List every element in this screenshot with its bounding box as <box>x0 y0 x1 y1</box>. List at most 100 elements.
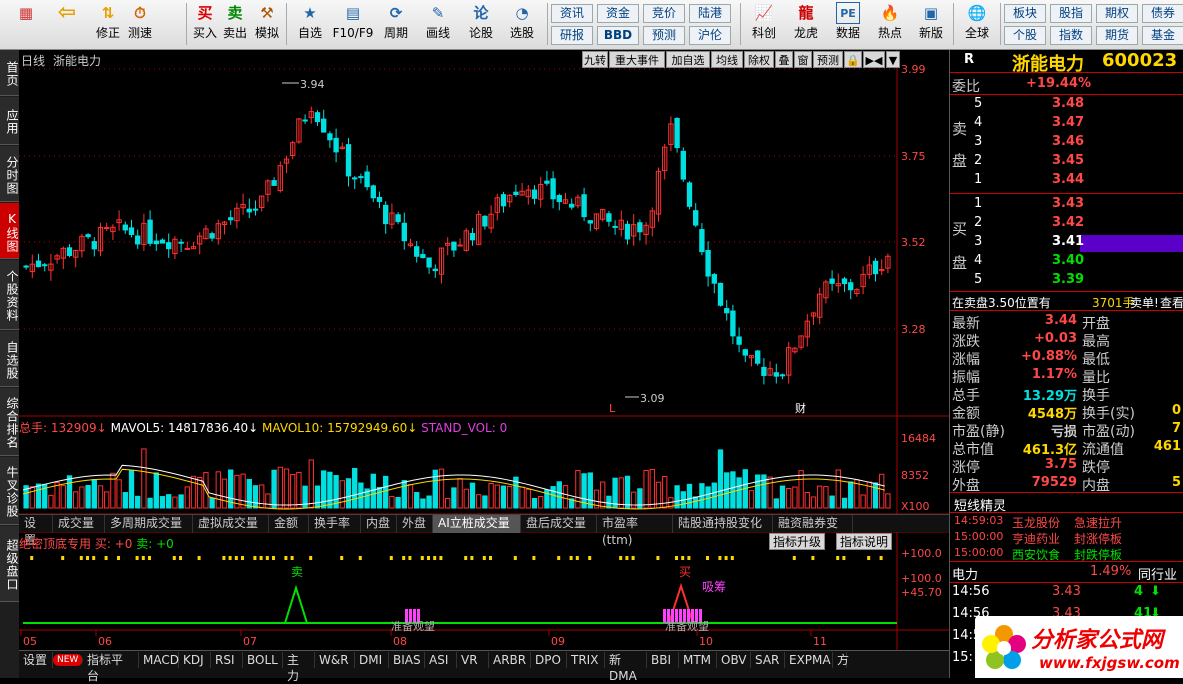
chart-tool-1[interactable]: 重大事件 <box>609 51 665 68</box>
indicator-tab-5[interactable]: 换手率 <box>309 515 361 533</box>
simulate-button[interactable]: ⚒ 模拟 <box>252 2 282 48</box>
indicator-bar-item-15[interactable]: TRIX <box>567 652 605 668</box>
indicator-bar-item-3[interactable]: MACD <box>139 652 179 668</box>
sell-price[interactable]: 3.46 <box>1052 134 1084 149</box>
indicator-help-button[interactable]: 指标说明 <box>836 533 893 550</box>
sidebar-item-ranking[interactable]: 综合排名 <box>0 388 19 456</box>
index-button[interactable]: 指数 <box>1050 26 1092 45</box>
chart-tool-2[interactable]: 加自选 <box>666 51 710 68</box>
sidebar-item-watchlist[interactable]: 自选股 <box>0 331 19 387</box>
funds-button[interactable]: 基金 <box>1142 26 1183 45</box>
chart-tool-6[interactable]: 窗 <box>794 51 812 68</box>
new-version-button[interactable]: ▣ 新版 <box>912 2 950 48</box>
stock-picker-button[interactable]: ◔ 选股 <box>502 2 542 48</box>
indicator-tab-10[interactable]: 市盈率(ttm) <box>597 515 673 547</box>
indicator-bar-item-10[interactable]: BIAS <box>389 652 425 668</box>
chart-tool-10[interactable]: ▼ <box>886 51 900 68</box>
forecast-button[interactable]: 预测 <box>643 26 685 45</box>
indicator-bar-item-7[interactable]: 主力 <box>283 652 315 683</box>
indicator-tab-6[interactable]: 内盘 <box>361 515 397 533</box>
chart-tool-3[interactable]: 均线 <box>711 51 743 68</box>
bonds-button[interactable]: 债券 <box>1142 4 1183 23</box>
discuss-button[interactable]: 论论股 <box>462 2 500 48</box>
star-market-button[interactable]: 📈 科创 <box>744 2 784 48</box>
short-stock[interactable]: 亨迪药业 <box>1012 530 1060 547</box>
draw-line-button[interactable]: ✎ 画线 <box>418 2 458 48</box>
indicator-tab-11[interactable]: 陆股通持股变化 <box>673 515 773 533</box>
indicator-bar-item-11[interactable]: ASI <box>425 652 457 668</box>
indicator-bar-item-5[interactable]: RSI <box>211 652 243 668</box>
sidebar-item-super-tape[interactable]: 超级盘口 <box>0 526 19 602</box>
chart-tool-9[interactable]: ▶◀ <box>863 51 885 68</box>
dragon-tiger-button[interactable]: 龍龙虎 <box>786 2 826 48</box>
bbd-button[interactable]: BBD <box>597 26 639 45</box>
buy-price[interactable]: 3.40 <box>1052 253 1084 268</box>
indicator-tab-7[interactable]: 外盘 <box>397 515 433 533</box>
indicator-bar-item-19[interactable]: OBV <box>717 652 751 668</box>
sidebar-item-apps[interactable]: 应用 <box>0 97 19 145</box>
indicator-upgrade-button[interactable]: 指标升级 <box>769 533 826 550</box>
buy-price[interactable]: 3.41 <box>1052 234 1084 249</box>
data-button[interactable]: PE 数据 <box>828 2 868 48</box>
research-button[interactable]: 研报 <box>551 26 593 45</box>
shanghai-london-button[interactable]: 沪伦 <box>689 26 731 45</box>
fix-button[interactable]: ⇅ 修正 <box>92 2 124 48</box>
buy-price[interactable]: 3.39 <box>1052 272 1084 287</box>
indicator-tab-12[interactable]: 融资融券变化 <box>773 515 853 547</box>
indicator-bar-item-18[interactable]: MTM <box>679 652 717 668</box>
sidebar-item-kline[interactable]: K线图 <box>0 203 19 259</box>
indicator-bar-item-13[interactable]: ARBR <box>489 652 531 668</box>
sector-tab[interactable]: 同行业 <box>1138 564 1177 583</box>
sidebar-item-home[interactable]: 首页 <box>0 50 19 96</box>
auction-button[interactable]: 竞价 <box>643 4 685 23</box>
back-button[interactable]: ⇦ <box>50 2 84 48</box>
sell-price[interactable]: 3.44 <box>1052 172 1084 187</box>
notice-link[interactable]: 查看 <box>1160 294 1183 311</box>
futures-button[interactable]: 期货 <box>1096 26 1138 45</box>
buy-price[interactable]: 3.43 <box>1052 196 1084 211</box>
stocks-button[interactable]: 个股 <box>1004 26 1046 45</box>
f10-button[interactable]: ▤ F10/F9 <box>330 2 376 48</box>
indicator-bar-item-22[interactable]: 方 <box>833 652 849 668</box>
buy-button[interactable]: 买买入 <box>190 2 220 48</box>
sell-price[interactable]: 3.47 <box>1052 115 1084 130</box>
indicator-bar-item-14[interactable]: DPO <box>531 652 567 668</box>
sidebar-item-diagnosis[interactable]: 牛叉诊股 <box>0 457 19 525</box>
indicator-tab-4[interactable]: 金额 <box>269 515 309 533</box>
indicator-tab-1[interactable]: 成交量 <box>53 515 105 533</box>
chart-tool-5[interactable]: 叠 <box>775 51 793 68</box>
indicator-bar-item-0[interactable]: 设置 <box>19 652 53 668</box>
indicator-bar-item-2[interactable]: 指标平台 <box>83 652 139 683</box>
indicator-bar-item-21[interactable]: EXPMA <box>785 652 833 668</box>
options-button[interactable]: 期权 <box>1096 4 1138 23</box>
indicator-bar-item-9[interactable]: DMI <box>355 652 389 668</box>
indicator-bar-item-16[interactable]: 新DMA <box>605 652 647 683</box>
indicator-tab-2[interactable]: 多周期成交量 <box>105 515 193 533</box>
buy-price[interactable]: 3.42 <box>1052 215 1084 230</box>
indicator-bar-item-1[interactable]: NEW <box>53 654 83 666</box>
sell-price[interactable]: 3.45 <box>1052 153 1084 168</box>
app-grid-button[interactable]: ▦ <box>8 2 44 48</box>
sell-price[interactable]: 3.48 <box>1052 96 1084 111</box>
indicator-bar-item-17[interactable]: BBI <box>647 652 679 668</box>
sidebar-item-stock-info[interactable]: 个股资料 <box>0 260 19 330</box>
indicator-bar-item-20[interactable]: SAR <box>751 652 785 668</box>
indicator-bar-item-6[interactable]: BOLL <box>243 652 283 668</box>
indicator-tab-9[interactable]: 盘后成交量 <box>521 515 597 533</box>
news-button[interactable]: 资讯 <box>551 4 593 23</box>
period-button[interactable]: ⟳ 周期 <box>376 2 416 48</box>
indicator-tab-3[interactable]: 虚拟成交量 <box>193 515 269 533</box>
chart-tool-0[interactable]: 九转 <box>582 51 608 68</box>
indicator-tab-0[interactable]: 设置 <box>19 515 53 547</box>
watchlist-button[interactable]: ★ 自选 <box>290 2 330 48</box>
sell-button[interactable]: 卖卖出 <box>220 2 250 48</box>
short-stock[interactable]: 玉龙股份 <box>1012 514 1060 531</box>
indicator-bar-item-4[interactable]: KDJ <box>179 652 211 668</box>
capital-button[interactable]: 资金 <box>597 4 639 23</box>
chart-tool-4[interactable]: 除权 <box>744 51 774 68</box>
indicator-tab-8[interactable]: AI立桩成交量 <box>433 515 521 533</box>
sector-button[interactable]: 板块 <box>1004 4 1046 23</box>
global-button[interactable]: 🌐 全球 <box>957 2 997 48</box>
chart-tool-7[interactable]: 预测 <box>813 51 843 68</box>
hk-connect-button[interactable]: 陆港 <box>689 4 731 23</box>
